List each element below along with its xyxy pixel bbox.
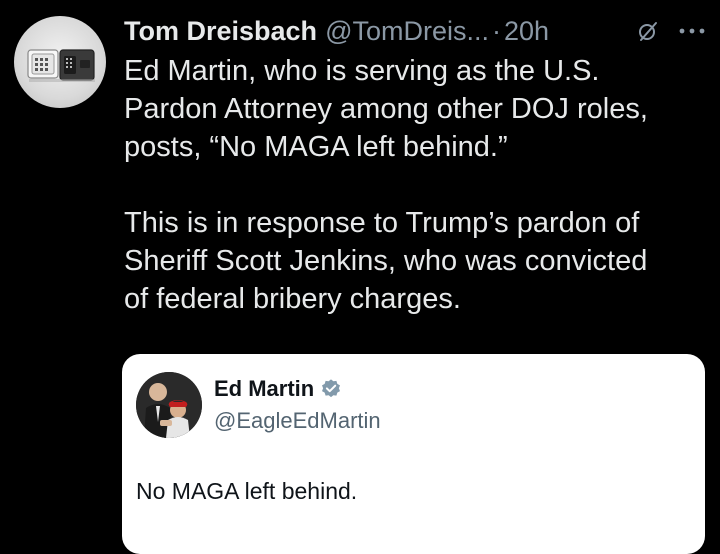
author-display-name[interactable]: Tom Dreisbach <box>124 16 317 47</box>
more-icon[interactable] <box>678 26 706 36</box>
tweet-paragraph: Ed Martin, who is serving as the U.S. Pa… <box>124 55 648 163</box>
tweet-header: Tom Dreisbach @TomDreis... · 20h <box>124 12 706 50</box>
quoted-author-avatar[interactable] <box>136 372 202 438</box>
verified-badge-icon <box>320 378 342 400</box>
tweet-paragraph: This is in response to Trump’s pardon of… <box>124 207 648 315</box>
quoted-tweet-card[interactable]: Ed Martin @EagleEdMartin No MAGA left be… <box>122 354 705 554</box>
grok-icon[interactable] <box>636 19 660 43</box>
quoted-handle[interactable]: @EagleEdMartin <box>214 408 381 434</box>
header-actions <box>636 19 706 43</box>
safe-icon <box>27 49 95 82</box>
tweet-body: Ed Martin, who is serving as the U.S. Pa… <box>124 52 714 318</box>
author-avatar[interactable] <box>14 16 106 108</box>
separator-dot: · <box>492 15 501 46</box>
author-handle[interactable]: @TomDreis... <box>325 16 489 47</box>
tweet-timestamp[interactable]: 20h <box>504 16 549 47</box>
quoted-tweet-text: No MAGA left behind. <box>136 478 358 504</box>
quoted-name-row: Ed Martin <box>214 376 342 402</box>
person-photo-icon <box>136 372 202 438</box>
quoted-display-name[interactable]: Ed Martin <box>214 376 314 402</box>
